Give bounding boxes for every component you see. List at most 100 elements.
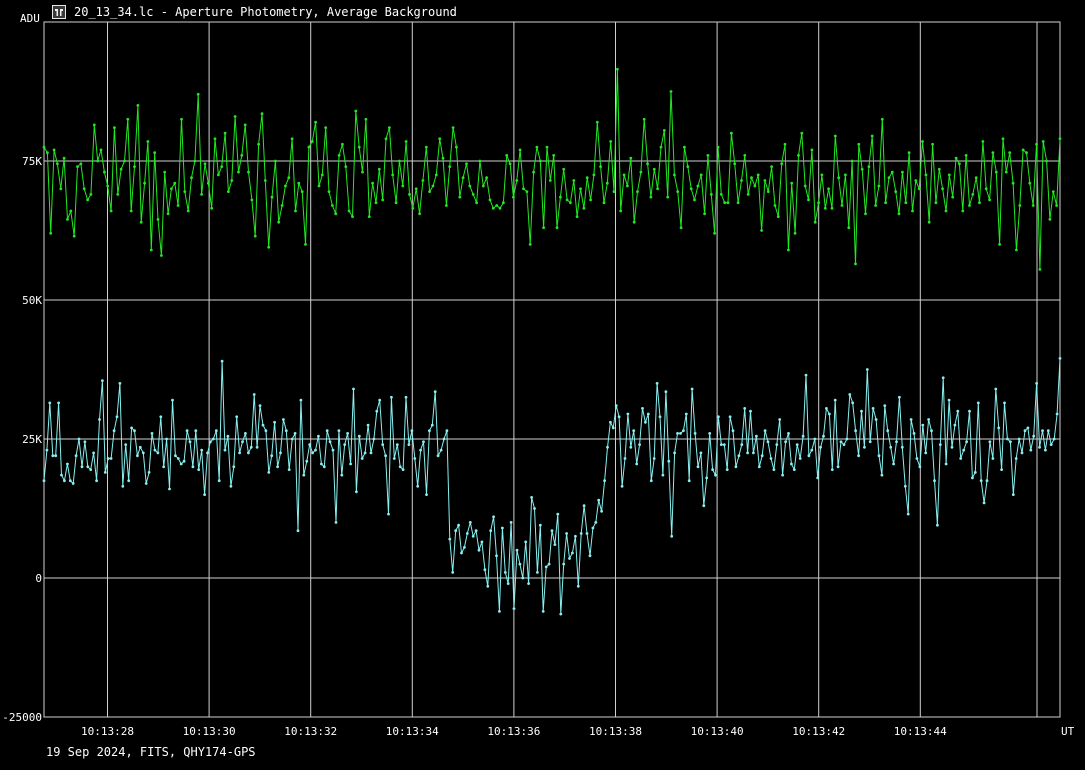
data-point [684,412,688,416]
data-point [106,457,110,460]
data-point [439,448,443,452]
data-point [798,457,802,460]
data-point [349,462,352,466]
data-point [1006,437,1009,441]
data-point [147,471,151,474]
data-point [328,440,332,444]
data-point [944,209,948,213]
data-point [991,457,995,460]
data-point [953,423,957,427]
data-point [837,176,841,180]
data-point [719,193,723,196]
data-point [331,448,335,452]
data-point [985,479,989,483]
data-point [1031,204,1035,207]
data-point [395,443,399,446]
data-point [160,254,163,257]
data-point [82,187,86,191]
data-point [673,173,676,177]
data-point [914,179,918,182]
data-point [62,156,66,160]
data-point [401,468,405,471]
data-point [515,179,519,182]
data-point [372,437,376,441]
y-tick-label: 50K [22,294,42,307]
data-point [629,156,633,160]
data-point [255,445,259,449]
data-point [851,401,855,405]
data-point [907,151,911,155]
data-point [813,437,817,441]
data-point [388,126,391,129]
data-point [924,451,928,455]
data-point [874,418,878,421]
data-point [337,154,341,157]
data-point [994,387,998,391]
data-point [1058,137,1062,141]
data-point [766,190,770,194]
data-point [575,215,579,219]
data-point [565,532,568,535]
data-point [746,451,749,455]
data-point [827,187,830,191]
data-point [387,512,390,516]
data-point [617,415,621,419]
data-point [305,459,309,463]
data-point [196,92,200,96]
data-point [308,443,312,446]
data-point [214,429,218,433]
data-point [150,432,154,435]
data-point [655,382,659,385]
data-point [602,201,606,205]
data-point [327,190,331,194]
data-point [988,198,991,202]
data-point [51,454,55,458]
data-point [480,540,484,544]
data-point [378,398,382,402]
data-point [1055,412,1059,416]
data-point [422,440,425,444]
data-point [491,206,495,210]
data-point [763,429,767,433]
data-point [589,198,592,202]
data-point [188,440,192,444]
data-point [1038,445,1041,449]
data-point [816,476,820,480]
data-point [784,440,787,444]
data-point [394,201,398,205]
data-point [797,154,800,157]
data-point [413,457,417,460]
data-point [1041,140,1045,143]
data-point [884,201,887,205]
data-point [71,482,75,485]
data-point [381,198,385,202]
data-point [434,173,438,177]
data-point [223,448,227,452]
data-point [845,437,849,441]
data-point [1004,170,1008,174]
data-point [57,401,60,405]
data-point [101,379,104,382]
data-point [203,162,207,166]
data-point [249,445,253,449]
data-point [652,457,656,460]
data-point [636,190,639,194]
data-point [441,156,445,160]
x-tick-label: 10:13:40 [691,725,744,738]
data-point [807,198,810,202]
data-point [133,165,136,169]
x-tick-label: 10:13:44 [894,725,947,738]
data-point [457,523,460,527]
data-point [673,451,676,455]
data-point [190,176,193,180]
data-point [803,184,807,188]
data-point [641,407,644,410]
data-point [302,473,306,477]
data-point [810,148,814,152]
data-point [776,215,780,219]
data-point [964,154,968,157]
data-point [364,117,368,121]
data-point [971,476,974,480]
data-point [244,432,247,435]
data-point [971,193,975,196]
